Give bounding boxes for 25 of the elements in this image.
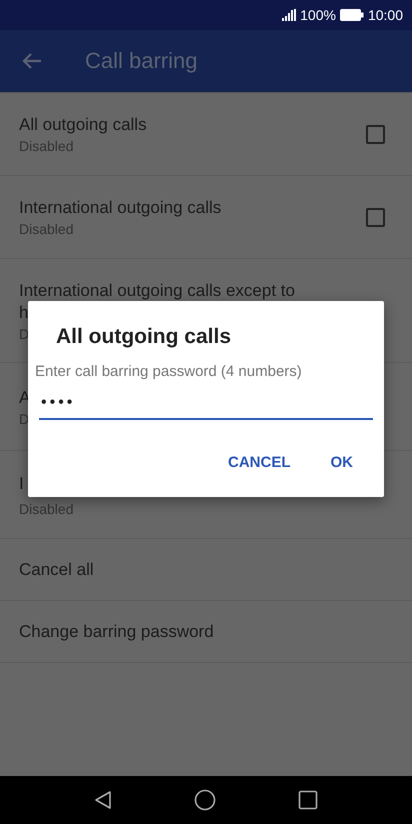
signal-icon [282,9,296,21]
battery-icon [340,9,364,21]
dialog-title: All outgoing calls [56,325,232,349]
battery-percent: 100% [300,7,336,23]
password-field[interactable]: •••• [39,388,373,420]
back-arrow-icon[interactable] [22,52,42,70]
item-title: I [19,472,24,494]
item-title: h [19,302,28,324]
clock: 10:00 [368,7,403,23]
item-title: International outgoing calls [19,197,222,219]
dialog-button[interactable]: CANCEL [218,448,300,477]
recents-icon[interactable] [298,790,318,810]
dialog-button[interactable]: OK [320,448,363,477]
list-item[interactable]: Cancel all [0,539,412,601]
back-icon[interactable] [94,790,112,810]
dialog-prompt: Enter call barring password (4 numbers) [35,363,303,380]
item-title: All outgoing calls [19,114,147,136]
item-title: International outgoing calls except to [19,280,295,302]
checkbox[interactable] [366,208,385,226]
checkbox[interactable] [366,124,385,144]
list-item[interactable]: Change barring password [0,601,412,663]
item-title: Cancel all [19,558,94,580]
item-title: Change barring password [19,620,214,642]
screen-title: Call barring [85,48,198,74]
home-icon[interactable] [194,789,216,811]
